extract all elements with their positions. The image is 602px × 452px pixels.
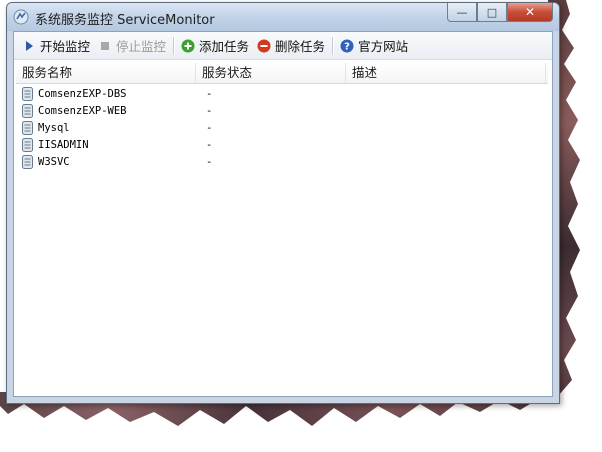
stop-monitor-button[interactable]: 停止监控	[94, 35, 170, 57]
column-header-service-status[interactable]: 服务状态	[196, 63, 346, 83]
service-status: -	[206, 88, 213, 100]
service-name: IISADMIN	[38, 139, 89, 151]
service-status: -	[206, 156, 213, 168]
title-bar[interactable]: 系统服务监控 ServiceMonitor — □ ✕	[7, 3, 559, 31]
maximize-button[interactable]: □	[477, 3, 507, 22]
column-header-service-name[interactable]: 服务名称	[16, 63, 196, 83]
close-button[interactable]: ✕	[507, 3, 553, 22]
toolbar-separator	[332, 36, 334, 55]
list-item[interactable]: ComsenzEXP-WEB -	[20, 103, 546, 120]
minimize-button[interactable]: —	[447, 3, 477, 22]
list-item[interactable]: IISADMIN -	[20, 137, 546, 154]
official-website-button[interactable]: ? 官方网站	[336, 35, 412, 57]
close-icon: ✕	[524, 5, 536, 19]
help-circle-icon: ?	[340, 39, 354, 52]
window-title: 系统服务监控 ServiceMonitor	[35, 13, 215, 28]
list-item[interactable]: Mysql -	[20, 120, 546, 137]
minimize-icon: —	[456, 5, 468, 19]
service-monitor-window: 系统服务监控 ServiceMonitor — □ ✕ 开始监控 停止监控 添加…	[6, 2, 560, 404]
minus-circle-icon	[257, 39, 271, 52]
start-monitor-button[interactable]: 开始监控	[18, 35, 94, 57]
toolbar: 开始监控 停止监控 添加任务 删除任务 ? 官方网站	[14, 32, 552, 60]
maximize-icon: □	[486, 5, 498, 19]
svg-text:?: ?	[344, 41, 350, 52]
service-icon	[22, 121, 33, 135]
window-controls: — □ ✕	[447, 3, 553, 23]
play-icon	[26, 40, 33, 51]
list-rows: ComsenzEXP-DBS - ComsenzEXP-WEB - Mysql …	[20, 86, 546, 171]
service-name: Mysql	[38, 122, 70, 134]
service-name: ComsenzEXP-DBS	[38, 88, 127, 100]
add-task-button[interactable]: 添加任务	[177, 35, 253, 57]
service-icon	[22, 104, 33, 118]
service-name: W3SVC	[38, 156, 70, 168]
service-icon	[22, 155, 33, 169]
official-website-label: 官方网站	[358, 39, 409, 54]
service-status: -	[206, 139, 213, 151]
column-header-description[interactable]: 描述	[346, 63, 546, 83]
service-name: ComsenzEXP-WEB	[38, 105, 127, 117]
list-header: 服务名称 服务状态 描述	[16, 63, 548, 84]
service-status: -	[206, 122, 213, 134]
service-icon	[22, 87, 33, 101]
start-monitor-label: 开始监控	[40, 39, 91, 54]
stop-monitor-label: 停止监控	[116, 39, 167, 54]
list-item[interactable]: ComsenzEXP-DBS -	[20, 86, 546, 103]
service-list[interactable]: 服务名称 服务状态 描述 ComsenzEXP-DBS - ComsenzEXP…	[14, 60, 552, 396]
delete-task-button[interactable]: 删除任务	[253, 35, 329, 57]
service-icon	[22, 138, 33, 152]
plus-circle-icon	[181, 39, 195, 52]
client-area: 开始监控 停止监控 添加任务 删除任务 ? 官方网站 服务名称 服务状态 描述 …	[13, 31, 553, 397]
app-icon	[13, 9, 29, 25]
stop-icon	[101, 41, 110, 50]
service-status: -	[206, 105, 213, 117]
list-item[interactable]: W3SVC -	[20, 154, 546, 171]
delete-task-label: 删除任务	[275, 39, 326, 54]
toolbar-separator	[173, 36, 175, 55]
add-task-label: 添加任务	[199, 39, 250, 54]
